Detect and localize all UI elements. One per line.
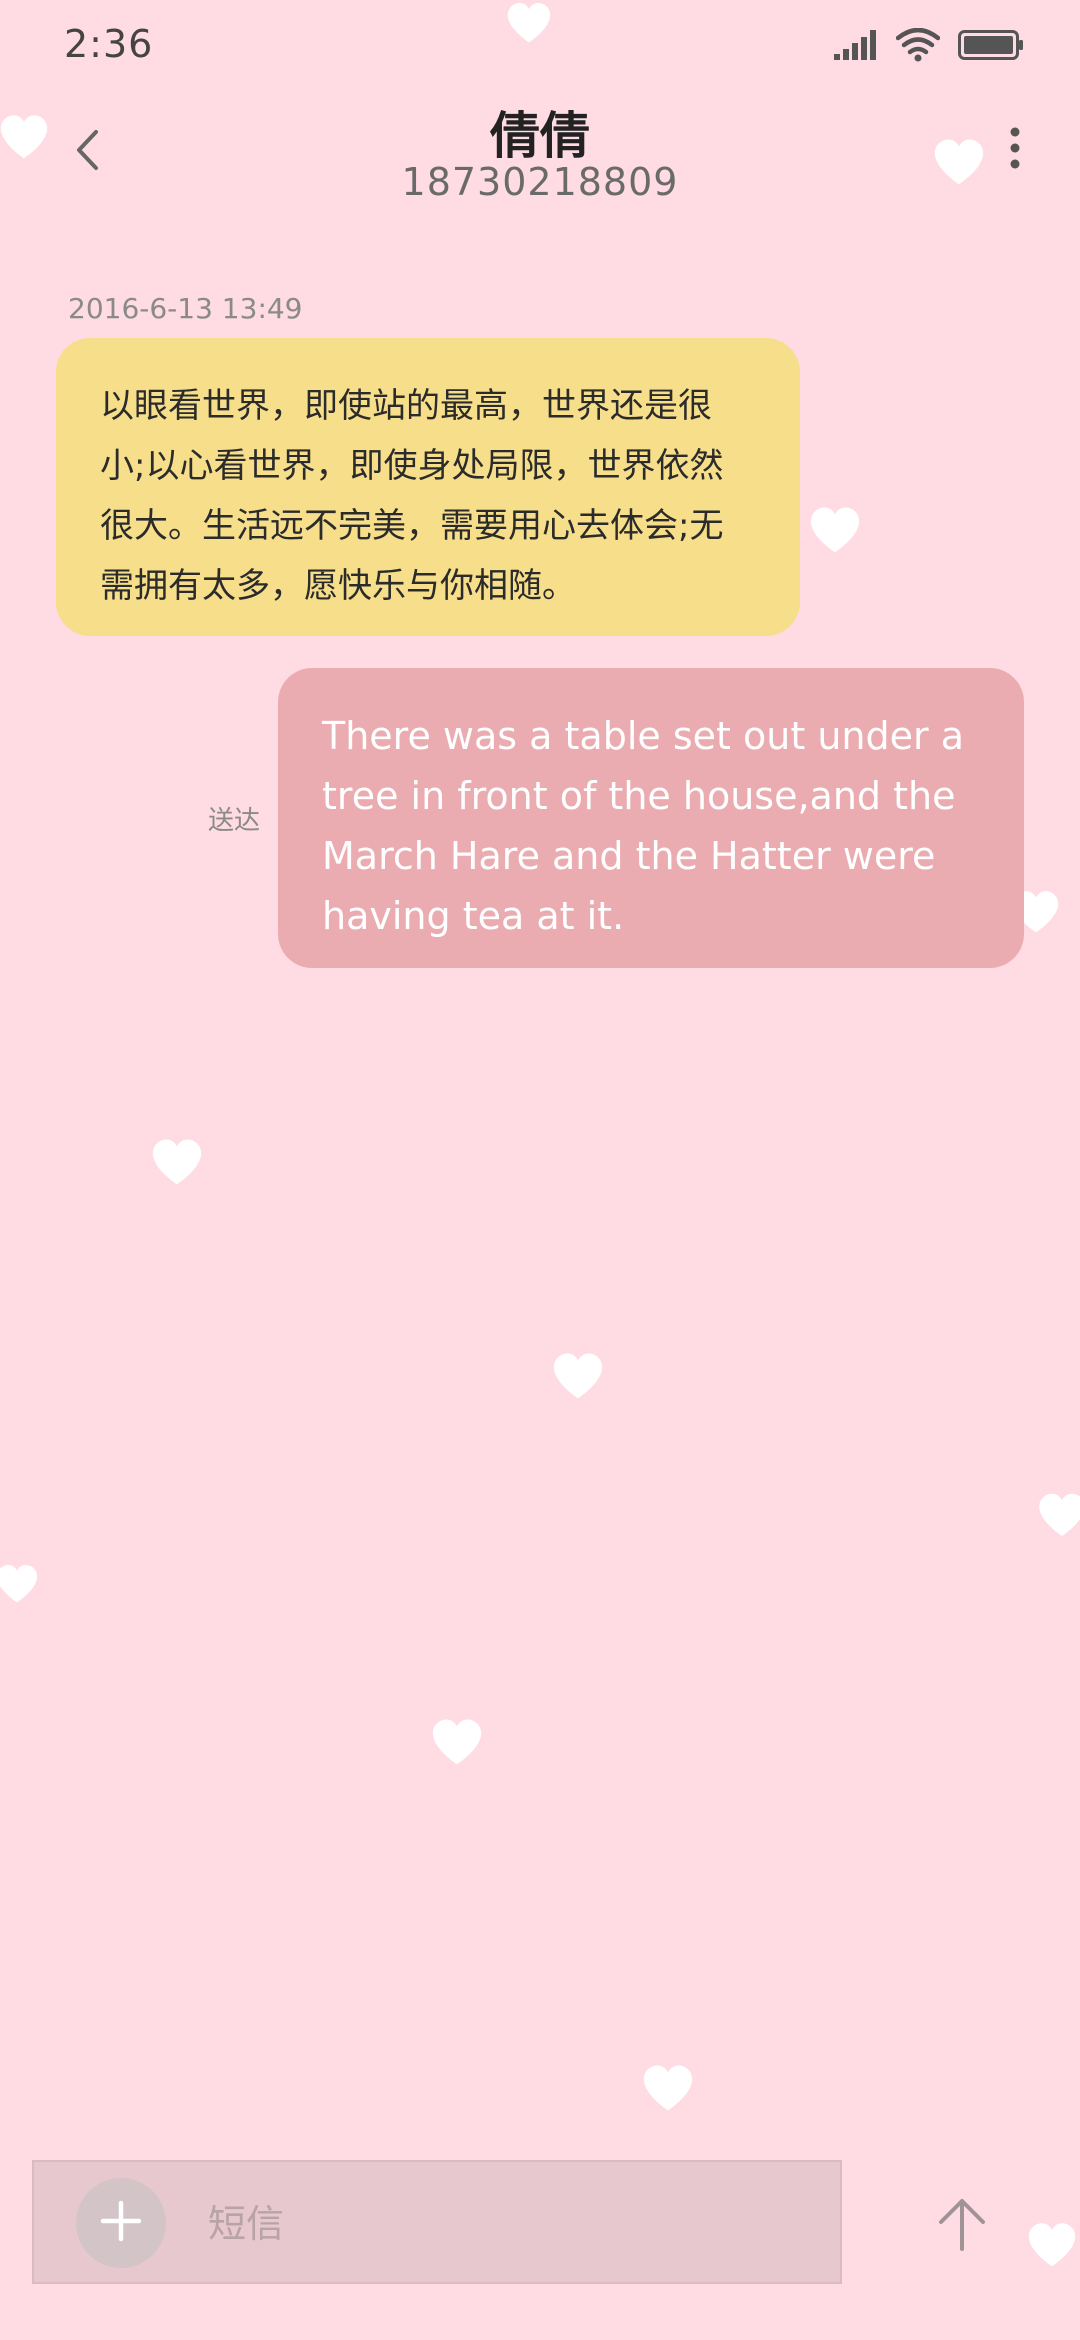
wifi-icon — [896, 28, 940, 62]
heart-icon — [1024, 2220, 1080, 2268]
contact-name: 倩倩 — [490, 107, 590, 165]
arrow-up-icon — [937, 2197, 987, 2255]
status-time: 2:36 — [64, 22, 154, 66]
heart-icon — [548, 1350, 608, 1400]
more-options-button[interactable] — [990, 118, 1040, 182]
message-timestamp: 2016-6-13 13:49 — [68, 292, 303, 325]
status-icons — [834, 28, 1024, 62]
heart-icon — [1036, 1490, 1080, 1538]
message-input[interactable] — [206, 2188, 810, 2260]
battery-icon — [958, 30, 1024, 60]
message-composer[interactable] — [32, 2160, 842, 2284]
heart-icon — [0, 1560, 40, 1606]
heart-icon — [638, 2062, 698, 2112]
incoming-message-bubble[interactable]: 以眼看世界，即使站的最高，世界还是很小;以心看世界，即使身处局限，世界依然很大。… — [56, 338, 800, 636]
heart-icon — [148, 1136, 206, 1186]
plus-icon — [99, 2199, 143, 2247]
heart-icon — [498, 0, 560, 44]
add-attachment-button[interactable] — [76, 2178, 166, 2268]
delivery-status: 送达 — [208, 806, 261, 836]
send-button[interactable] — [932, 2196, 992, 2256]
signal-icon — [834, 30, 878, 60]
heart-icon — [806, 504, 864, 554]
more-vertical-icon — [1009, 126, 1021, 174]
sms-conversation-screen: 2:36 倩倩 18730218809 2016-6-13 13:49 以眼看世… — [0, 0, 1080, 2340]
contact-number: 18730218809 — [401, 160, 679, 204]
outgoing-message-bubble[interactable]: There was a table set out under a tree i… — [278, 668, 1024, 968]
heart-icon — [428, 1716, 486, 1766]
